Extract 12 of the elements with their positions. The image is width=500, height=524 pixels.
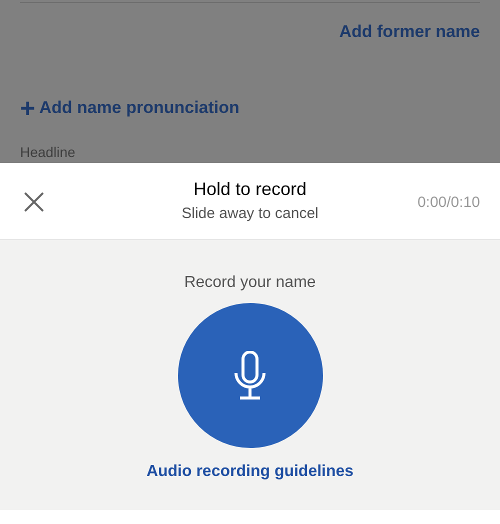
guidelines-link[interactable]: Audio recording guidelines xyxy=(146,460,354,484)
record-prompt: Record your name xyxy=(184,273,316,293)
timer: 0:00/0:10 xyxy=(417,193,480,213)
sheet-title: Hold to record xyxy=(193,178,307,201)
close-button[interactable] xyxy=(22,190,46,214)
plus-icon: + xyxy=(20,94,36,120)
sheet-subtitle: Slide away to cancel xyxy=(182,204,318,224)
microphone-icon xyxy=(234,350,266,400)
add-former-name-link[interactable]: Add former name xyxy=(339,19,480,44)
add-pronunciation-link[interactable]: Add name pronunciation xyxy=(39,94,240,120)
close-icon xyxy=(24,192,44,212)
field-label: Headline xyxy=(20,143,76,162)
